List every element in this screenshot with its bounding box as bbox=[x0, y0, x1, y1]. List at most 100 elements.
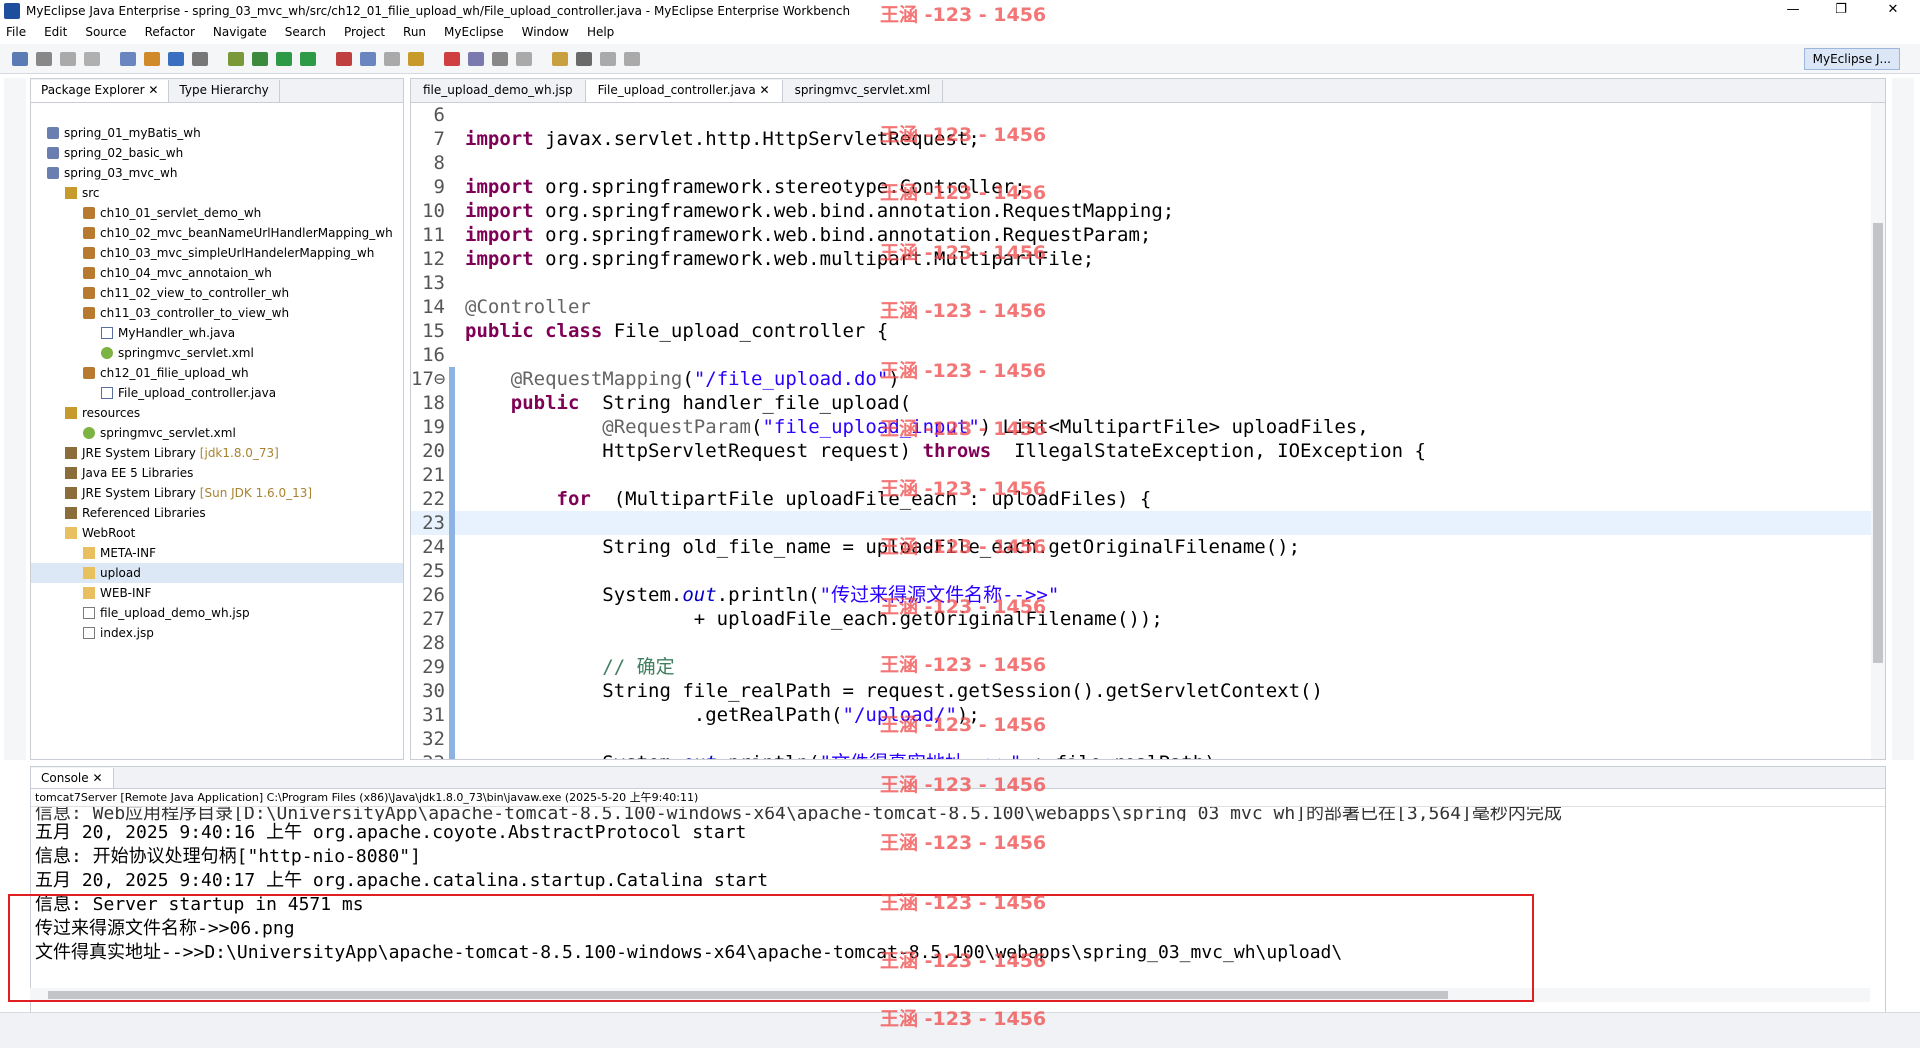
tree-item[interactable]: ch10_04_mvc_annotaion_wh bbox=[31, 263, 403, 283]
menu-project[interactable]: Project bbox=[344, 25, 385, 39]
menu-refactor[interactable]: Refactor bbox=[145, 25, 195, 39]
editor-tab[interactable]: File_upload_controller.java ✕ bbox=[585, 80, 783, 102]
tree-item[interactable]: JRE System Library [jdk1.8.0_73] bbox=[31, 443, 403, 463]
tree-item[interactable]: index.jsp bbox=[31, 623, 403, 643]
next-edit-icon[interactable] bbox=[624, 51, 640, 66]
gutter-marker bbox=[449, 559, 459, 583]
menu-edit[interactable]: Edit bbox=[44, 25, 67, 39]
line-number: 20 bbox=[422, 440, 445, 462]
tab-type-hierarchy[interactable]: Type Hierarchy bbox=[169, 80, 280, 102]
tree-item[interactable]: resources bbox=[31, 403, 403, 423]
perspective-myeclipse-button[interactable]: MyEclipse J... bbox=[1803, 48, 1900, 70]
server-icon[interactable] bbox=[408, 51, 424, 66]
editor-tab[interactable]: springmvc_servlet.xml bbox=[782, 80, 944, 102]
close-button[interactable]: ✕ bbox=[1870, 0, 1916, 22]
menu-search[interactable]: Search bbox=[285, 25, 326, 39]
line-number: 25 bbox=[422, 560, 445, 582]
tree-item[interactable]: ch10_03_mvc_simpleUrlHandelerMapping_wh bbox=[31, 243, 403, 263]
new-wizard-icon[interactable] bbox=[120, 51, 136, 66]
code-line: 15 public class File_upload_controller { bbox=[411, 319, 1885, 343]
new-icon[interactable] bbox=[12, 51, 28, 66]
line-number: 17⊖ bbox=[411, 368, 446, 390]
menu-myeclipse[interactable]: MyEclipse bbox=[444, 25, 504, 39]
tree-item[interactable]: spring_01_myBatis_wh bbox=[31, 123, 403, 143]
library-icon bbox=[65, 487, 77, 499]
gutter-marker bbox=[449, 271, 459, 295]
tree-item-version: [jdk1.8.0_73] bbox=[199, 446, 279, 460]
back-icon[interactable] bbox=[492, 51, 508, 66]
editor-scrollbar[interactable] bbox=[1871, 103, 1885, 759]
tree-item[interactable]: spring_03_mvc_wh bbox=[31, 163, 403, 183]
tree-item[interactable]: ch12_01_filie_upload_wh bbox=[31, 363, 403, 383]
tree-item[interactable]: src bbox=[31, 183, 403, 203]
code-line: 7 import javax.servlet.http.HttpServletRe… bbox=[411, 127, 1885, 151]
tree-item[interactable]: WEB-INF bbox=[31, 583, 403, 603]
gutter-marker bbox=[449, 751, 459, 759]
tree-item[interactable]: ch11_03_controller_to_view_wh bbox=[31, 303, 403, 323]
menu-file[interactable]: File bbox=[6, 25, 26, 39]
tree-item[interactable]: springmvc_servlet.xml bbox=[31, 423, 403, 443]
minimize-button[interactable]: — bbox=[1770, 0, 1816, 22]
tree-item[interactable]: upload bbox=[31, 563, 403, 583]
database-icon[interactable] bbox=[192, 51, 208, 66]
prev-edit-icon[interactable] bbox=[600, 51, 616, 66]
menu-help[interactable]: Help bbox=[587, 25, 614, 39]
open-perspective-icon[interactable] bbox=[468, 51, 484, 66]
editor-scrollbar-thumb[interactable] bbox=[1873, 223, 1883, 663]
run-as-icon[interactable] bbox=[276, 51, 292, 66]
xml-file-icon bbox=[83, 427, 95, 439]
tree-item[interactable]: WebRoot bbox=[31, 523, 403, 543]
code-line: 21 bbox=[411, 463, 1885, 487]
pin-icon[interactable] bbox=[576, 51, 592, 66]
code-area[interactable]: 6 7 import javax.servlet.http.HttpServletR… bbox=[411, 103, 1885, 759]
line-number: 14 bbox=[422, 296, 445, 318]
editor-tab[interactable]: file_upload_demo_wh.jsp bbox=[411, 80, 586, 102]
tree-item[interactable]: springmvc_servlet.xml bbox=[31, 343, 403, 363]
tree-item[interactable]: MyHandler_wh.java bbox=[31, 323, 403, 343]
forward-icon[interactable] bbox=[516, 51, 532, 66]
deploy-icon[interactable] bbox=[444, 51, 460, 66]
tree-item[interactable]: file_upload_demo_wh.jsp bbox=[31, 603, 403, 623]
run-icon[interactable] bbox=[252, 51, 268, 66]
maximize-button[interactable]: ❐ bbox=[1818, 0, 1864, 22]
gutter-marker bbox=[449, 535, 459, 559]
line-number: 15 bbox=[422, 320, 445, 342]
tree-item[interactable]: ch10_02_mvc_beanNameUrlHandlerMapping_wh bbox=[31, 223, 403, 243]
tree-item-label: spring_01_myBatis_wh bbox=[64, 126, 201, 140]
tab-console[interactable]: Console ✕ bbox=[31, 768, 114, 788]
gutter-marker bbox=[449, 415, 459, 439]
tree-item[interactable]: ch11_02_view_to_controller_wh bbox=[31, 283, 403, 303]
gutter-marker bbox=[449, 247, 459, 271]
open-type-icon[interactable] bbox=[144, 51, 160, 66]
annotation-icon[interactable] bbox=[552, 51, 568, 66]
tree-item[interactable]: spring_02_basic_wh bbox=[31, 143, 403, 163]
save-all-icon[interactable] bbox=[60, 51, 76, 66]
open-task-icon[interactable] bbox=[168, 51, 184, 66]
stop-icon[interactable] bbox=[336, 51, 352, 66]
tree-item-label: ch10_02_mvc_beanNameUrlHandlerMapping_wh bbox=[100, 226, 393, 240]
tree-item[interactable]: META-INF bbox=[31, 543, 403, 563]
tree-item[interactable]: ch10_01_servlet_demo_wh bbox=[31, 203, 403, 223]
code-text: import org.springframework.web.bind.anno… bbox=[465, 200, 1175, 222]
code-line: 13 bbox=[411, 271, 1885, 295]
external-tools-icon[interactable] bbox=[300, 51, 316, 66]
tree-item[interactable]: File_upload_controller.java bbox=[31, 383, 403, 403]
print-icon[interactable] bbox=[84, 51, 100, 66]
tree-item[interactable]: Referenced Libraries bbox=[31, 503, 403, 523]
search-icon[interactable] bbox=[360, 51, 376, 66]
menu-window[interactable]: Window bbox=[522, 25, 569, 39]
tab-package-explorer[interactable]: Package Explorer ✕ bbox=[31, 80, 170, 102]
close-tab-icon[interactable]: ✕ bbox=[756, 83, 770, 97]
refresh-icon[interactable] bbox=[384, 51, 400, 66]
debug-icon[interactable] bbox=[228, 51, 244, 66]
tree-item-label: ch12_01_filie_upload_wh bbox=[100, 366, 249, 380]
tree-item[interactable]: JRE System Library [Sun JDK 1.6.0_13] bbox=[31, 483, 403, 503]
tree-item[interactable]: Java EE 5 Libraries bbox=[31, 463, 403, 483]
menu-navigate[interactable]: Navigate bbox=[213, 25, 267, 39]
menu-source[interactable]: Source bbox=[85, 25, 126, 39]
save-icon[interactable] bbox=[36, 51, 52, 66]
gutter-marker bbox=[449, 487, 459, 511]
menu-run[interactable]: Run bbox=[403, 25, 426, 39]
tree-item-label: springmvc_servlet.xml bbox=[118, 346, 254, 360]
